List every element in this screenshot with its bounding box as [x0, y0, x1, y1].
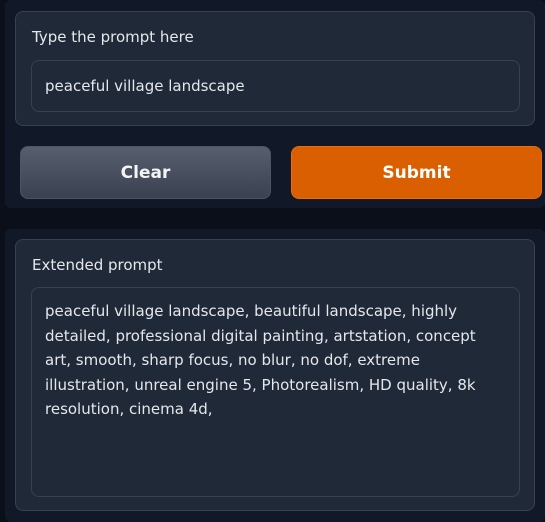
extended-prompt-field[interactable]: peaceful village landscape, beautiful la…	[31, 287, 520, 497]
submit-button[interactable]: Submit	[291, 146, 542, 199]
extended-prompt-block: Extended prompt peaceful village landsca…	[15, 239, 535, 511]
clear-button[interactable]: Clear	[20, 146, 271, 199]
prompt-input-field[interactable]: peaceful village landscape	[31, 60, 520, 112]
prompt-input-label: Type the prompt here	[32, 28, 194, 46]
output-panel: Extended prompt peaceful village landsca…	[5, 229, 545, 522]
input-panel: Type the prompt here peaceful village la…	[5, 0, 545, 208]
prompt-input-block: Type the prompt here peaceful village la…	[15, 11, 535, 126]
extended-prompt-label: Extended prompt	[32, 256, 163, 274]
